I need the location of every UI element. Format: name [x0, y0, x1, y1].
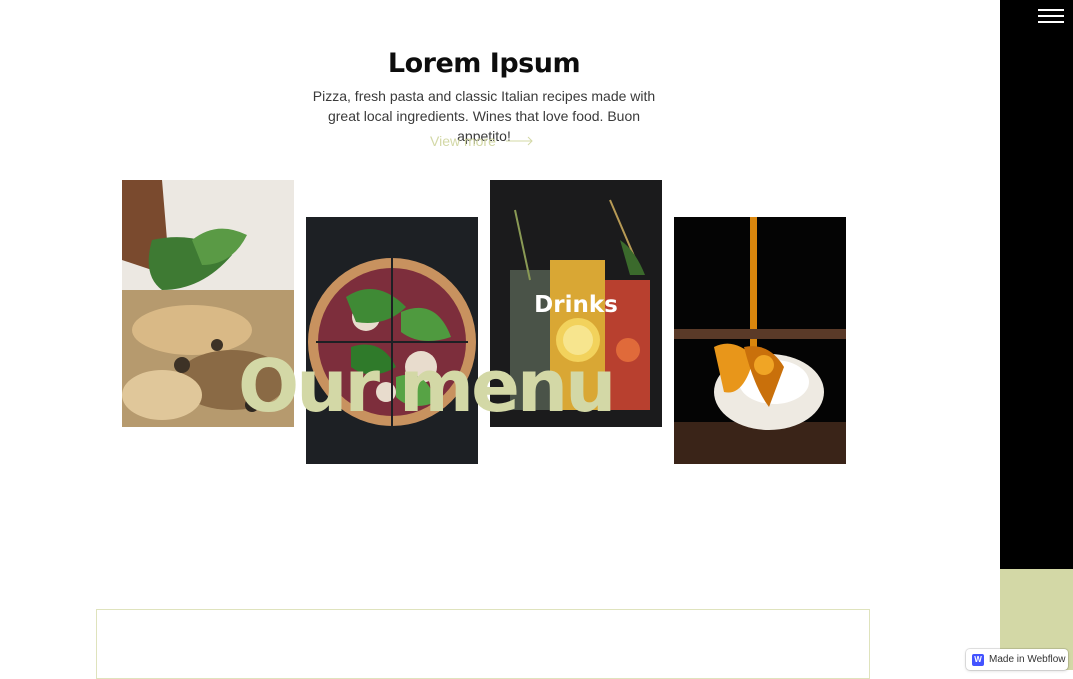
menu-card-dessert[interactable] [674, 217, 846, 464]
bottom-section-frame [96, 609, 870, 679]
view-more-label: View more [430, 133, 496, 149]
arrow-right-icon [505, 136, 533, 146]
section-title: Lorem Ipsum [387, 48, 581, 79]
webflow-logo-icon: W [972, 653, 984, 666]
made-in-webflow-badge[interactable]: W Made in Webflow [966, 649, 1068, 670]
hamburger-icon[interactable] [1038, 6, 1064, 26]
our-menu-heading: Our menu [238, 344, 616, 428]
badge-label: Made in Webflow [989, 654, 1066, 665]
side-nav-bar [1000, 0, 1073, 569]
card-label-drinks: Drinks [534, 292, 618, 318]
caramel-dessert-photo [674, 217, 846, 464]
view-more-link[interactable]: View more [430, 133, 534, 149]
